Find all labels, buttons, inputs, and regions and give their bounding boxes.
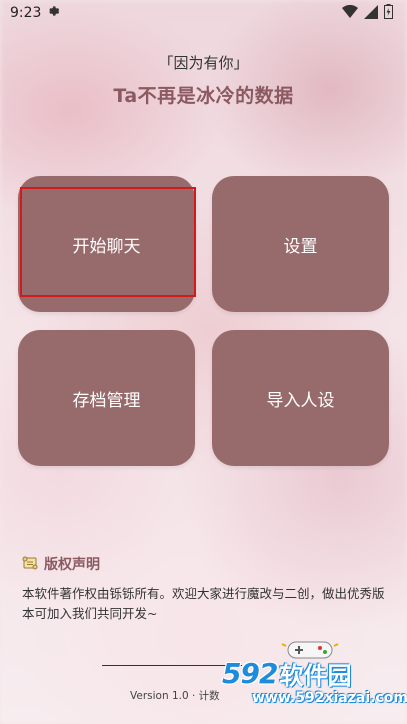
copyright-section: 版权声明 本软件著作权由铄铄所有。欢迎大家进行魔改与二创，做出优秀版本可加入我们… <box>22 554 392 624</box>
battery-icon <box>384 3 393 23</box>
status-time: 9:23 <box>10 5 42 21</box>
gear-icon <box>47 4 61 22</box>
status-bar: 9:23 <box>0 0 407 26</box>
app-header: 「因为有你」 Ta不再是冰冷的数据 <box>0 52 407 108</box>
start-chat-button[interactable]: 开始聊天 <box>18 176 195 312</box>
settings-button[interactable]: 设置 <box>212 176 389 312</box>
version-text: Version 1.0 · 计数 <box>130 690 220 702</box>
app-subtitle: 「因为有你」 <box>158 54 249 72</box>
copyright-text: 本软件著作权由铄铄所有。欢迎大家进行魔改与二创，做出优秀版本可加入我们共同开发~ <box>22 586 385 621</box>
copyright-title: 版权声明 <box>44 557 100 573</box>
site-watermark: 592 软件园 www.592xiazai.com <box>222 638 407 718</box>
scroll-icon <box>22 555 38 574</box>
watermark-number: 592 <box>222 656 278 690</box>
archive-manage-button[interactable]: 存档管理 <box>18 330 195 466</box>
footer-divider <box>102 665 242 666</box>
watermark-url: www.592xiazai.com <box>252 690 407 706</box>
app-title: Ta不再是冰冷的数据 <box>113 85 294 107</box>
watermark-name: 软件园 <box>279 661 352 690</box>
import-persona-button[interactable]: 导入人设 <box>212 330 389 466</box>
wifi-icon <box>342 4 358 23</box>
main-menu-grid: 开始聊天 设置 存档管理 导入人设 <box>18 176 389 466</box>
signal-icon <box>364 4 378 23</box>
